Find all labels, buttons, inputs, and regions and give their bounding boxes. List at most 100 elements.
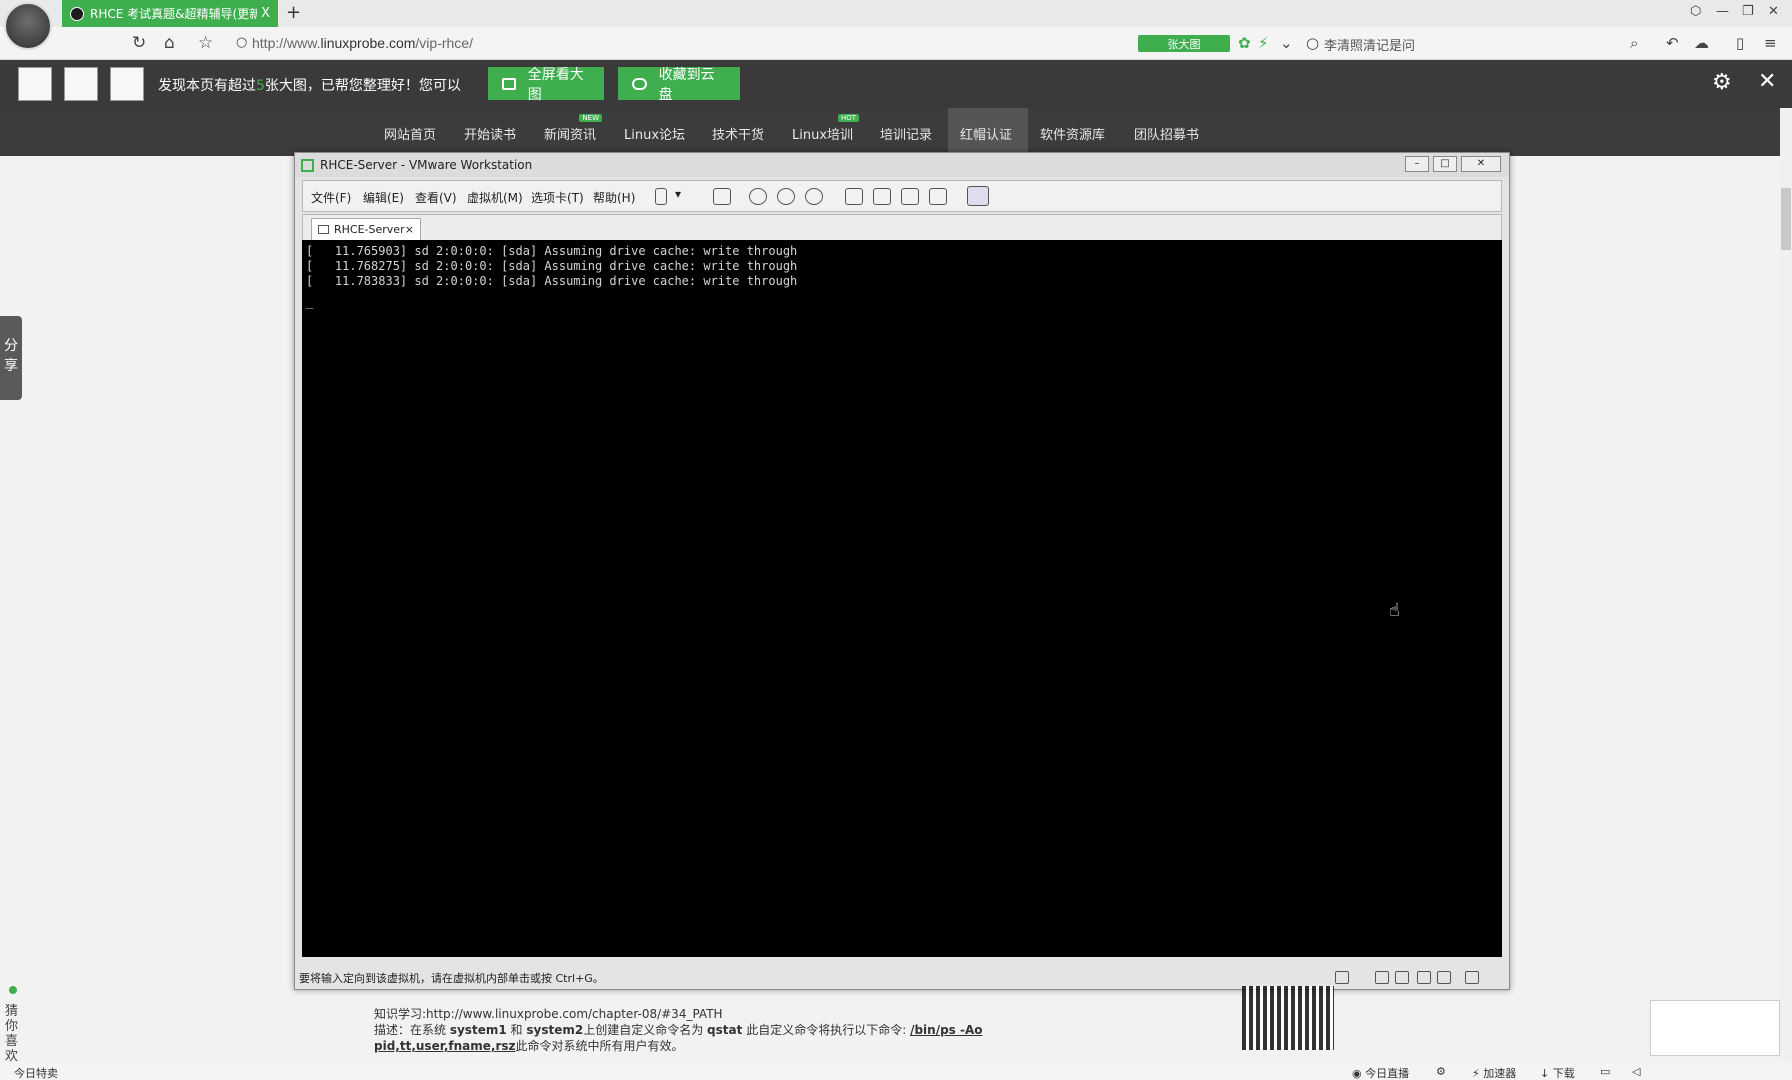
deals-label: 今日特卖 <box>14 1067 58 1080</box>
restore-button[interactable]: ❐ <box>1742 4 1754 19</box>
sidebar-toggle-icon[interactable] <box>845 188 863 205</box>
user-avatar[interactable] <box>4 2 52 50</box>
deals-link[interactable]: 今日特卖 <box>14 1065 58 1080</box>
nav-item-home[interactable]: 网站首页 <box>384 124 436 143</box>
revert-snapshot-icon[interactable] <box>777 188 795 205</box>
bookmark-star-icon[interactable]: ☆ <box>198 33 213 53</box>
hdd-icon[interactable] <box>1335 971 1349 984</box>
big-image-badge[interactable]: 张大图 <box>1138 35 1230 52</box>
menu-edit[interactable]: 编辑(E) <box>363 189 404 206</box>
vm-maximize-button[interactable]: □ <box>1433 156 1457 172</box>
speaker-icon[interactable]: ◁ <box>1632 1065 1640 1078</box>
nav-item-tech[interactable]: 技术干货 <box>712 124 764 143</box>
gear-icon[interactable]: ⚙ <box>1712 70 1732 95</box>
vm-icon <box>318 225 329 234</box>
close-icon[interactable]: ✕ <box>1758 69 1776 94</box>
address-bar: ↻ ⌂ ☆ ○ http://www.linuxprobe.com/vip-rh… <box>0 27 1792 60</box>
settings-icon[interactable]: ⚙ <box>1436 1065 1446 1078</box>
tab-close-button[interactable]: X <box>261 6 270 21</box>
nav-label: 技术干货 <box>712 128 765 143</box>
network-icon[interactable] <box>1395 971 1409 984</box>
image-icon <box>502 77 516 90</box>
vmware-titlebar[interactable]: RHCE-Server - VMware Workstation – □ ✕ <box>295 153 1509 177</box>
cloud-icon[interactable]: ☁ <box>1694 34 1709 52</box>
nav-item-redhat-cert[interactable]: 红帽认证 <box>960 124 1012 143</box>
nav-item-recruit[interactable]: 团队招募书 <box>1134 124 1199 143</box>
save-to-cloud-button[interactable]: 收藏到云盘 <box>618 67 740 103</box>
image-thumbnail[interactable] <box>18 67 52 101</box>
vm-minimize-button[interactable]: – <box>1405 156 1429 172</box>
url-input[interactable]: http://www.linuxprobe.com/vip-rhce/ <box>252 35 473 51</box>
nav-item-forum[interactable]: Linux论坛 <box>624 124 685 143</box>
pause-dropdown-icon[interactable]: ▾ <box>675 187 681 201</box>
send-keys-icon[interactable] <box>713 188 731 205</box>
notification-dot <box>9 986 17 994</box>
vm-tab-close-button[interactable]: × <box>405 223 414 236</box>
image-thumbnail[interactable] <box>110 67 144 101</box>
guess-you-like-label[interactable]: 猜你喜欢 <box>5 1004 21 1064</box>
nav-label: 红帽认证 <box>960 128 1013 143</box>
nav-item-news[interactable]: 新闻资讯 NEW <box>544 114 603 143</box>
menu-file[interactable]: 文件(F) <box>311 189 351 206</box>
message-icon[interactable] <box>1465 971 1479 984</box>
page-scrollbar[interactable] <box>1780 108 1792 1068</box>
menu-help[interactable]: 帮助(H) <box>593 189 635 206</box>
console-view-icon[interactable] <box>967 186 989 206</box>
sound-icon[interactable] <box>1437 971 1451 984</box>
new-tab-button[interactable]: + <box>286 2 301 23</box>
bolt-icon[interactable]: ⚡ <box>1258 34 1269 52</box>
vm-console[interactable]: [ 11.765903] sd 2:0:0:0: [sda] Assuming … <box>302 240 1502 957</box>
search-icon[interactable]: ○ <box>1306 34 1319 52</box>
vmware-window: RHCE-Server - VMware Workstation – □ ✕ 文… <box>294 152 1510 990</box>
home-icon[interactable]: ⌂ <box>164 33 175 53</box>
desc-post: 此自定义命令将执行以下命令: <box>746 1023 907 1037</box>
menu-icon[interactable]: ≡ <box>1764 34 1777 52</box>
cloud-icon <box>632 77 647 90</box>
console-line: [ 11.768275] sd 2:0:0:0: [sda] Assuming … <box>306 259 798 273</box>
magnifier-icon[interactable]: ⌕ <box>1630 34 1638 52</box>
fullscreen-icon[interactable] <box>901 188 919 205</box>
accelerator-link[interactable]: ⚡ 加速器 <box>1472 1065 1516 1080</box>
vm-status-text: 要将输入定向到该虚拟机，请在虚拟机内部单击或按 Ctrl+G。 <box>299 972 604 985</box>
image-thumbnail[interactable] <box>64 67 98 101</box>
nav-item-software[interactable]: 软件资源库 <box>1040 124 1105 143</box>
share-side-tab[interactable]: 分享 <box>0 316 22 400</box>
nav-item-records[interactable]: 培训记录 <box>880 124 932 143</box>
download-label: 下载 <box>1552 1067 1575 1080</box>
nav-item-training[interactable]: Linux培训 HOT <box>792 114 860 143</box>
floating-widget[interactable] <box>1650 1000 1780 1056</box>
vmware-menubar: 文件(F) 编辑(E) 查看(V) 虚拟机(M) 选项卡(T) 帮助(H) ▾ <box>302 180 1502 212</box>
minimize-button[interactable]: — <box>1716 4 1729 19</box>
browser-tab-active[interactable]: RHCE 考试真题&超精辅导(更新2 X <box>62 0 278 27</box>
unity-icon[interactable] <box>929 188 947 205</box>
search-hint-text[interactable]: 李清照清记是问 <box>1324 35 1415 54</box>
download-link[interactable]: ↓ 下载 <box>1540 1065 1575 1080</box>
undo-icon[interactable]: ↶ <box>1666 34 1679 52</box>
study-link[interactable]: 知识学习:http://www.linuxprobe.com/chapter-0… <box>374 1006 983 1022</box>
thumbnail-bar-icon[interactable] <box>873 188 891 205</box>
vm-tab-rhce-server[interactable]: RHCE-Server × <box>311 218 421 240</box>
pause-icon[interactable] <box>655 188 667 205</box>
snapshot-manager-icon[interactable] <box>805 188 823 205</box>
reload-icon[interactable]: ↻ <box>132 33 146 53</box>
nav-item-reading[interactable]: 开始读书 <box>464 124 516 143</box>
live-link[interactable]: ◉ 今日直播 <box>1352 1065 1409 1080</box>
plugin-icon[interactable]: ✿ <box>1238 34 1251 52</box>
screenshot-icon[interactable]: ▭ <box>1600 1065 1610 1078</box>
snapshot-icon[interactable] <box>749 188 767 205</box>
description-line: 描述：在系统 system1 和 system2上创建自定义命令名为 qstat… <box>374 1022 983 1038</box>
network-icon[interactable] <box>1375 971 1389 984</box>
printer-icon[interactable] <box>1417 971 1431 984</box>
desc-system2: system2 <box>526 1023 584 1037</box>
menu-view[interactable]: 查看(V) <box>415 189 457 206</box>
page-scrollbar-thumb[interactable] <box>1781 188 1791 250</box>
chevron-down-icon[interactable]: ⌄ <box>1280 34 1293 52</box>
fullscreen-images-button[interactable]: 全屏看大图 <box>488 67 604 103</box>
skin-icon[interactable]: ⬡ <box>1690 4 1701 19</box>
menu-tabs[interactable]: 选项卡(T) <box>531 189 584 206</box>
vm-close-button[interactable]: ✕ <box>1461 156 1501 172</box>
menu-vm[interactable]: 虚拟机(M) <box>467 189 523 206</box>
close-window-button[interactable]: ✕ <box>1768 4 1779 19</box>
mobile-icon[interactable]: ▯ <box>1736 34 1744 52</box>
vmware-window-title: RHCE-Server - VMware Workstation <box>320 158 533 172</box>
